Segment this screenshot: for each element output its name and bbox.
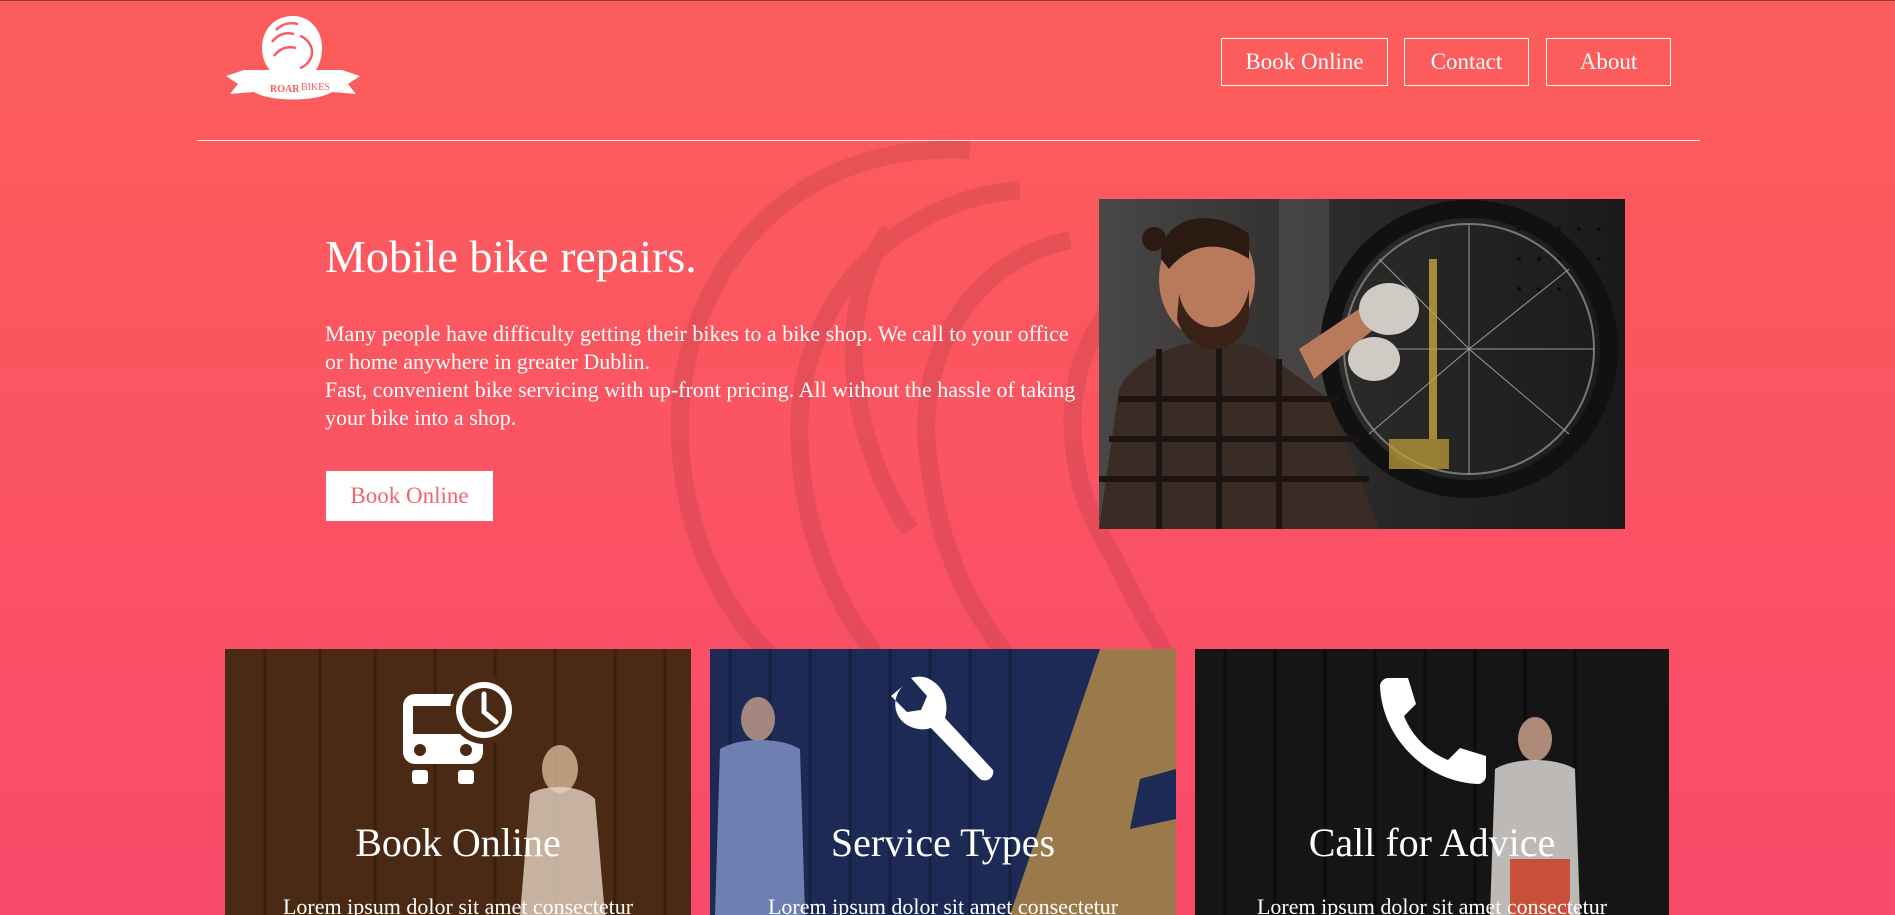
window-top-border — [0, 0, 1895, 1]
card-description: Lorem ipsum dolor sit amet consectetur — [1256, 894, 1608, 915]
van-clock-icon — [403, 676, 518, 784]
nav-about[interactable]: About — [1546, 38, 1671, 86]
card-title: Service Types — [830, 820, 1056, 865]
hero-book-online-button[interactable]: Book Online — [326, 471, 493, 521]
lion-logo-icon: ROAR BIKES — [226, 16, 360, 100]
nav-book-online[interactable]: Book Online — [1221, 38, 1388, 86]
card-call-for-advice[interactable]: Call for Advice Lorem ipsum dolor sit am… — [1195, 649, 1669, 915]
hero-paragraph-2: Fast, convenient bike servicing with up-… — [325, 377, 1076, 430]
header-divider — [197, 140, 1700, 141]
card-service-types[interactable]: Service Types Lorem ipsum dolor sit amet… — [710, 649, 1176, 915]
card-book-online[interactable]: Book Online Lorem ipsum dolor sit amet c… — [225, 649, 691, 915]
svg-text:ROAR: ROAR — [270, 84, 300, 95]
hero-paragraph-1: Many people have difficulty getting thei… — [325, 321, 1069, 374]
hero-mechanic-image — [1099, 199, 1625, 529]
card-title: Book Online — [355, 820, 561, 865]
hero-description: Many people have difficulty getting thei… — [325, 320, 1090, 432]
card-title: Call for Advice — [1308, 820, 1556, 865]
roar-bikes-logo[interactable]: ROAR BIKES — [224, 12, 362, 104]
mechanic-photo — [1099, 199, 1625, 529]
card-description: Lorem ipsum dolor sit amet consectetur — [282, 894, 634, 915]
wrench-icon — [891, 676, 994, 781]
nav-contact[interactable]: Contact — [1404, 38, 1529, 86]
hero-title: Mobile bike repairs. — [325, 231, 697, 282]
card-description: Lorem ipsum dolor sit amet consectetur — [767, 894, 1119, 915]
svg-text:BIKES: BIKES — [301, 82, 330, 93]
phone-icon — [1380, 678, 1486, 784]
